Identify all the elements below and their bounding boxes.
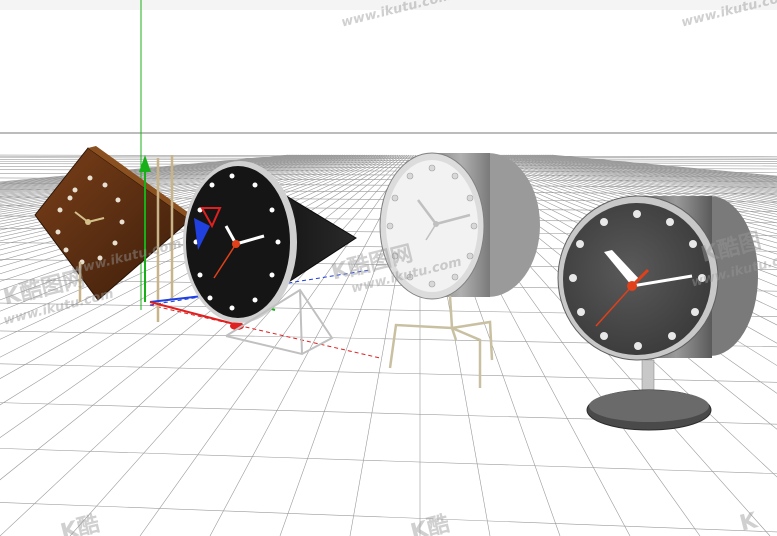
white-drum-clock-on-legs[interactable]: [379, 152, 540, 388]
cone-clock[interactable]: [183, 161, 357, 356]
wood-center: [85, 219, 91, 225]
gray-pedestal-top: [589, 390, 709, 422]
white-face: [386, 160, 478, 292]
3d-viewport[interactable]: www.ikutu.com www.ikutu.com www.ikutu.co…: [0, 0, 777, 536]
gray-drum-clock-on-pedestal[interactable]: [557, 195, 758, 431]
grid-line: [0, 448, 777, 474]
grid-line: [0, 502, 777, 533]
top-band: [0, 0, 777, 10]
viewport-scene[interactable]: [0, 0, 777, 536]
wooden-tilted-clock[interactable]: [34, 146, 196, 322]
white-center: [433, 221, 439, 227]
grid-line: [0, 363, 777, 383]
